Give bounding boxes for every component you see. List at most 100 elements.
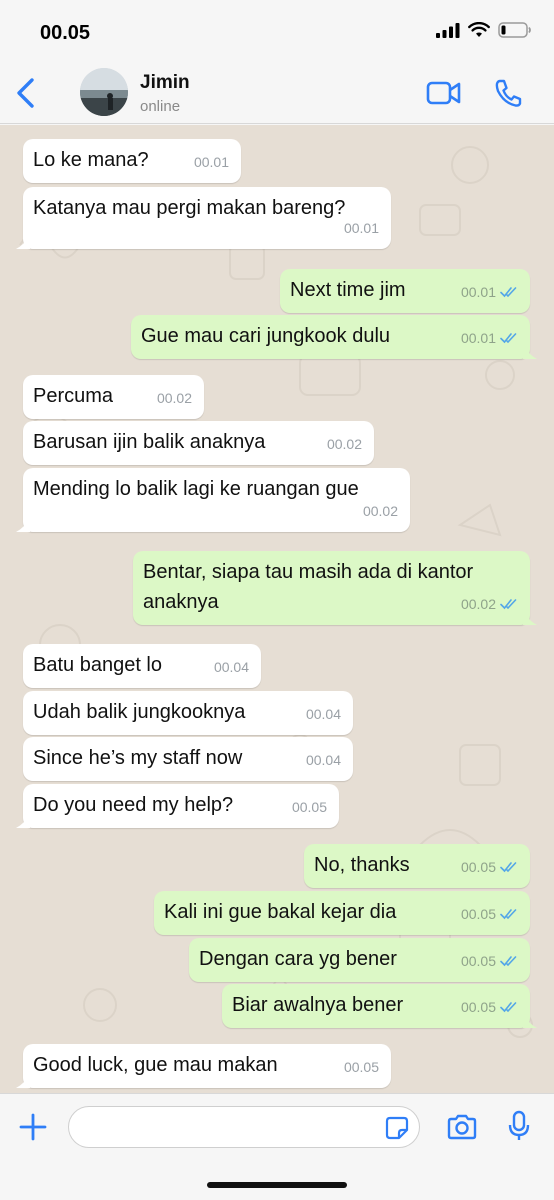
bubble-tail: [523, 1014, 537, 1028]
home-indicator[interactable]: [207, 1182, 347, 1188]
incoming-message-bubble[interactable]: Udah balik jungkooknya 00.04: [23, 691, 353, 735]
double-check-icon: [500, 287, 517, 298]
message-time: 00.05: [291, 799, 327, 815]
wifi-icon: [468, 22, 490, 37]
avatar-photo: [80, 68, 128, 116]
incoming-message-bubble[interactable]: Since he’s my staff now 00.04: [23, 737, 353, 781]
contact-name[interactable]: Jimin: [140, 72, 190, 94]
message-meta: 00.04: [306, 745, 341, 775]
outgoing-message-bubble[interactable]: Bentar, siapa tau masih ada di kantor an…: [133, 551, 537, 625]
message-meta: 00.05: [344, 1052, 379, 1082]
outgoing-message-bubble[interactable]: Dengan cara yg bener 00.05: [189, 938, 530, 982]
camera-button[interactable]: [446, 1114, 478, 1140]
contact-avatar[interactable]: [80, 68, 128, 116]
phone-icon: [495, 79, 522, 107]
incoming-message-bubble[interactable]: Percuma 00.02: [23, 375, 204, 419]
bubble-tail: [16, 518, 30, 532]
message-text: Mending lo balik lagi ke ruangan gue: [33, 478, 359, 500]
message-time: 00.05: [460, 999, 496, 1015]
status-icons: [436, 22, 532, 38]
voice-call-button[interactable]: [494, 78, 522, 108]
message-text: Good luck, gue mau makan: [33, 1054, 278, 1076]
contact-status: online: [140, 98, 181, 115]
chat-header: Jimin online: [0, 62, 554, 124]
bubble-tail: [16, 814, 30, 828]
video-camera-icon: [426, 81, 461, 105]
status-time: 00.05: [40, 22, 91, 44]
message-meta: 00.04: [306, 699, 341, 729]
bubble-tail: [523, 345, 537, 359]
message-time: 00.04: [213, 659, 249, 675]
back-button[interactable]: [12, 76, 42, 110]
message-meta: 00.05: [461, 946, 518, 976]
camera-icon: [447, 1114, 477, 1140]
bubble-tail: [523, 611, 537, 625]
message-text: Katanya mau pergi makan bareng?: [33, 197, 346, 219]
message-time: 00.05: [460, 859, 496, 875]
outgoing-message-bubble[interactable]: Gue mau cari jungkook dulu 00.01: [131, 315, 537, 359]
message-text: Since he’s my staff now: [33, 747, 243, 769]
message-meta: 00.01: [461, 323, 518, 353]
incoming-message-bubble[interactable]: Do you need my help? 00.05: [16, 784, 339, 828]
message-meta: 00.02: [157, 383, 192, 413]
outgoing-message-bubble[interactable]: Kali ini gue bakal kejar dia 00.05: [154, 891, 530, 935]
chevron-left-icon: [17, 78, 34, 108]
message-meta: 00.01: [461, 277, 518, 307]
message-meta: 00.02: [461, 589, 518, 619]
message-time: 00.02: [460, 596, 496, 612]
status-bar: 00.05: [0, 0, 554, 62]
sticker-button[interactable]: [385, 1116, 409, 1140]
message-text: Udah balik jungkooknya: [33, 701, 246, 723]
incoming-message-bubble[interactable]: Good luck, gue mau makan 00.05: [16, 1044, 391, 1088]
message-time: 00.01: [343, 220, 379, 236]
message-time: 00.04: [305, 752, 341, 768]
incoming-message-bubble[interactable]: Batu banget lo 00.04: [23, 644, 261, 688]
incoming-message-bubble[interactable]: Lo ke mana? 00.01: [23, 139, 241, 183]
message-time: 00.01: [460, 330, 496, 346]
message-time: 00.05: [460, 953, 496, 969]
double-check-icon: [500, 1002, 517, 1013]
message-meta: 00.05: [461, 852, 518, 882]
microphone-button[interactable]: [508, 1110, 530, 1142]
message-time: 00.04: [305, 706, 341, 722]
message-meta: 00.02: [363, 496, 398, 526]
message-time: 00.01: [193, 154, 229, 170]
message-meta: 00.05: [292, 792, 327, 822]
double-check-icon: [500, 599, 517, 610]
message-meta: 00.05: [461, 992, 518, 1022]
sticker-icon: [385, 1116, 409, 1140]
incoming-message-bubble[interactable]: Mending lo balik lagi ke ruangan gue 00.0…: [16, 468, 410, 532]
bubble-tail: [16, 1074, 30, 1088]
video-call-button[interactable]: [426, 80, 462, 106]
double-check-icon: [500, 333, 517, 344]
message-meta: 00.01: [194, 147, 229, 177]
outgoing-message-bubble[interactable]: Biar awalnya bener 00.05: [222, 984, 537, 1028]
signal-icon: [436, 23, 460, 38]
message-meta: 00.04: [214, 652, 249, 682]
message-time: 00.05: [460, 906, 496, 922]
message-input[interactable]: [68, 1106, 420, 1148]
outgoing-message-bubble[interactable]: No, thanks 00.05: [304, 844, 530, 888]
chat-area[interactable]: Lo ke mana? 00.01 Katanya mau pergi makan …: [0, 125, 554, 1093]
attach-button[interactable]: [18, 1112, 48, 1142]
battery-icon: [498, 22, 531, 38]
message-time: 00.05: [343, 1059, 379, 1075]
double-check-icon: [500, 909, 517, 920]
message-time: 00.02: [362, 503, 398, 519]
double-check-icon: [500, 862, 517, 873]
message-meta: 00.02: [327, 429, 362, 459]
message-text: Barusan ijin balik anaknya: [33, 431, 266, 453]
double-check-icon: [500, 956, 517, 967]
microphone-icon: [508, 1110, 530, 1140]
outgoing-message-bubble[interactable]: Next time jim 00.01: [280, 269, 530, 313]
incoming-message-bubble[interactable]: Katanya mau pergi makan bareng? 00.01: [16, 187, 391, 249]
message-meta: 00.01: [344, 213, 379, 243]
message-time: 00.01: [460, 284, 496, 300]
message-text: Do you need my help?: [33, 794, 234, 816]
message-meta: 00.05: [461, 899, 518, 929]
bubble-tail: [16, 235, 30, 249]
incoming-message-bubble[interactable]: Barusan ijin balik anaknya 00.02: [23, 421, 374, 465]
plus-icon: [19, 1113, 47, 1141]
message-time: 00.02: [156, 390, 192, 406]
message-time: 00.02: [326, 436, 362, 452]
